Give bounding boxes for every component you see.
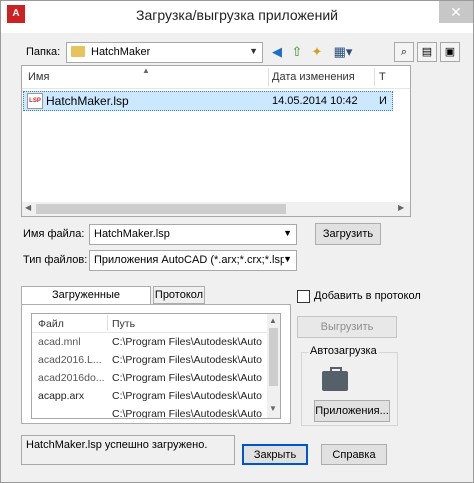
file-row[interactable]: LSP HatchMaker.lsp 14.05.2014 10:42 И [23,91,393,111]
unload-button[interactable]: Выгрузить [297,316,397,338]
file-list[interactable]: Имя Дата изменения Т ▲ LSP HatchMaker.ls… [21,65,411,217]
column-separator [374,68,375,86]
up-folder-icon[interactable]: ⇧ [289,44,305,60]
column-file[interactable]: Файл [38,318,64,330]
column-name[interactable]: Имя [28,71,49,83]
folder-select[interactable]: HatchMaker ▼ [66,42,263,63]
list-item-file: acad.mnl [38,336,81,348]
briefcase-icon [322,367,348,391]
add-to-log-label: Добавить в протокол [314,290,421,302]
list-item-file: acapp.arx [38,390,85,402]
scroll-up-icon[interactable]: ▲ [269,316,277,325]
column-date[interactable]: Дата изменения [272,71,355,83]
loaded-applications-list[interactable]: Файл Путь acad.mnl C:\Program Files\Auto… [31,313,281,419]
lsp-file-icon: LSP [27,93,43,109]
file-name-value: HatchMaker.lsp [94,228,170,240]
list-item[interactable]: acad2016do... C:\Program Files\Autodesk\… [32,370,267,388]
file-row-type: И [379,95,387,107]
find-icon[interactable]: ⌕ [394,42,414,62]
scroll-down-icon[interactable]: ▼ [269,404,277,413]
status-text: HatchMaker.lsp успешно загружено. [26,439,208,451]
file-name-label: Имя файла: [23,228,85,240]
back-arrow-icon[interactable]: ◀ [269,44,285,60]
loaded-applications-panel: Файл Путь acad.mnl C:\Program Files\Auto… [21,304,291,424]
scrollbar-thumb[interactable] [36,204,286,214]
startup-applications-button[interactable]: Приложения... [314,400,390,422]
load-applications-dialog: A Загрузка/выгрузка приложений ✕ Папка: … [0,0,474,483]
list-item-path: C:\Program Files\Autodesk\AutoCA... [112,390,262,402]
file-row-date: 14.05.2014 10:42 [272,95,358,107]
close-button[interactable]: Закрыть [242,444,308,465]
new-folder-icon[interactable]: ✦ [309,44,325,60]
column-separator [107,315,108,331]
vertical-scrollbar[interactable]: ▲ ▼ [267,314,280,418]
load-button[interactable]: Загрузить [315,223,381,245]
folder-icon [71,46,85,57]
status-box: HatchMaker.lsp успешно загружено. [21,435,235,465]
tab-loaded-applications[interactable]: Загруженные приложения [21,286,151,318]
horizontal-scrollbar[interactable]: ◀ ▶ [22,202,410,216]
list-item-path: C:\Program Files\Autodesk\AutoCA... [112,372,262,384]
startup-label: Автозагрузка [308,345,379,357]
startup-group: Автозагрузка Приложения... [301,345,398,426]
close-window-button[interactable]: ✕ [439,1,473,23]
scroll-right-icon[interactable]: ▶ [398,203,404,212]
file-type-select[interactable]: Приложения AutoCAD (*.arx;*.crx;*.lsp;*.… [89,250,297,271]
preview-icon[interactable]: ▣ [440,42,460,62]
list-item[interactable]: acad.mnl C:\Program Files\Autodesk\AutoC… [32,334,267,352]
column-separator [268,68,269,86]
file-type-value: Приложения AutoCAD (*.arx;*.crx;*.lsp;*.… [94,254,284,266]
file-name-input[interactable]: HatchMaker.lsp ▼ [89,224,297,245]
title-bar: A Загрузка/выгрузка приложений ✕ [1,1,473,33]
properties-icon[interactable]: ▤ [417,42,437,62]
chevron-down-icon: ▼ [283,228,292,238]
scrollbar-thumb[interactable] [269,328,278,386]
file-type-label: Тип файлов: [23,254,88,266]
list-item[interactable]: C:\Program Files\Autodesk\AutoCA... [32,406,267,419]
add-to-log-checkbox[interactable] [297,290,310,303]
list-item-path: C:\Program Files\Autodesk\AutoCA... [112,354,262,366]
loaded-list-header: Файл Путь [32,314,267,333]
list-item[interactable]: acad2016.L... C:\Program Files\Autodesk\… [32,352,267,370]
help-button[interactable]: Справка [321,444,387,465]
scroll-left-icon[interactable]: ◀ [25,203,31,212]
list-item-path: C:\Program Files\Autodesk\AutoCA... [112,408,262,419]
column-path[interactable]: Путь [112,318,135,330]
tab-log[interactable]: Протокол [153,286,205,304]
list-item-path: C:\Program Files\Autodesk\AutoCA... [112,336,262,348]
list-item-file: acad2016do... [38,372,105,384]
window-title: Загрузка/выгрузка приложений [136,7,338,23]
chevron-down-icon: ▼ [249,46,258,56]
sort-arrow-icon: ▲ [142,66,150,75]
list-item-file: acad2016.L... [38,354,102,366]
views-menu-icon[interactable]: ▦▾ [331,44,355,60]
chevron-down-icon: ▼ [283,254,292,264]
file-row-name: HatchMaker.lsp [46,94,129,108]
file-list-header: Имя Дата изменения Т ▲ [22,66,410,89]
list-item[interactable]: acapp.arx C:\Program Files\Autodesk\Auto… [32,388,267,406]
folder-label: Папка: [26,46,61,58]
folder-value: HatchMaker [91,46,151,58]
column-type[interactable]: Т [379,71,386,83]
